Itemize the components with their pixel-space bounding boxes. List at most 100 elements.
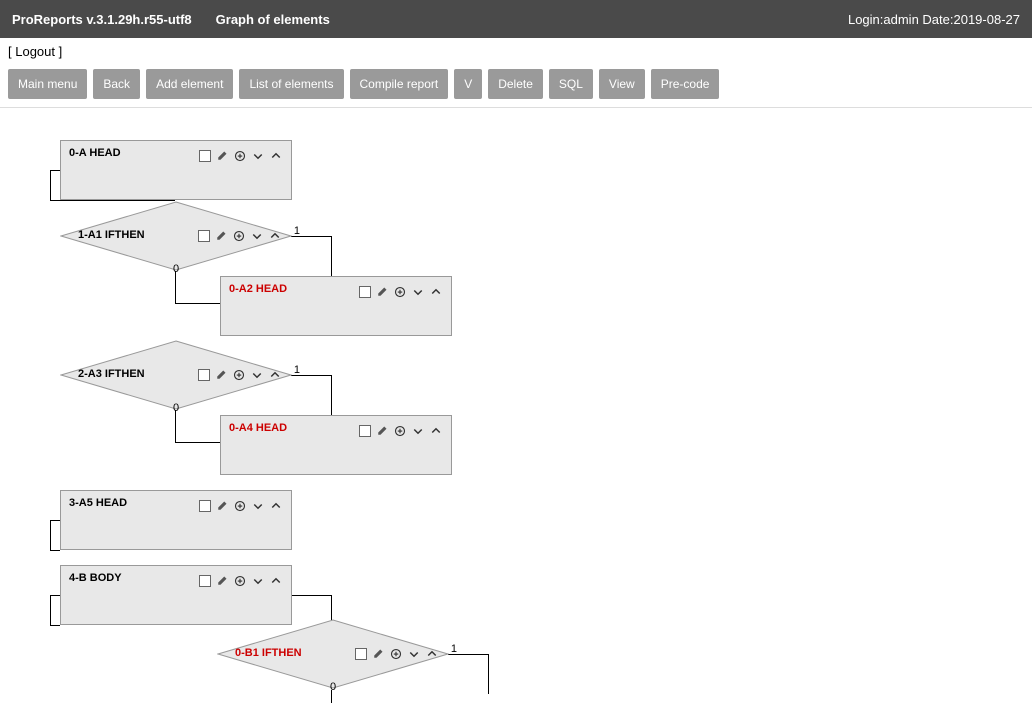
node-controls bbox=[359, 285, 443, 299]
chevron-up-icon[interactable] bbox=[269, 499, 283, 513]
chevron-up-icon[interactable] bbox=[269, 574, 283, 588]
back-button[interactable]: Back bbox=[93, 69, 140, 99]
add-icon[interactable] bbox=[393, 424, 407, 438]
connector bbox=[50, 595, 51, 625]
chevron-down-icon[interactable] bbox=[251, 499, 265, 513]
connector bbox=[175, 410, 176, 442]
node-controls bbox=[355, 647, 439, 661]
connector bbox=[50, 170, 60, 171]
node-controls bbox=[198, 229, 282, 243]
chevron-down-icon[interactable] bbox=[251, 574, 265, 588]
chevron-up-icon[interactable] bbox=[268, 229, 282, 243]
chevron-up-icon[interactable] bbox=[269, 149, 283, 163]
node-head-a2[interactable]: 0-A2 HEAD bbox=[220, 276, 452, 336]
chevron-up-icon[interactable] bbox=[268, 368, 282, 382]
connector bbox=[50, 625, 60, 626]
toolbar: Main menu Back Add element List of eleme… bbox=[0, 65, 1032, 108]
chevron-down-icon[interactable] bbox=[251, 149, 265, 163]
connector bbox=[175, 442, 220, 443]
edit-icon[interactable] bbox=[215, 149, 229, 163]
connector bbox=[291, 595, 331, 596]
node-label: 0-A2 HEAD bbox=[229, 283, 287, 295]
chevron-up-icon[interactable] bbox=[425, 647, 439, 661]
chevron-down-icon[interactable] bbox=[407, 647, 421, 661]
checkbox[interactable] bbox=[355, 648, 367, 660]
node-ifthen-a1[interactable]: 1-A1 IFTHEN 0 1 bbox=[60, 201, 292, 271]
node-controls bbox=[198, 368, 282, 382]
node-controls bbox=[359, 424, 443, 438]
edit-icon[interactable] bbox=[375, 285, 389, 299]
node-label: 0-A4 HEAD bbox=[229, 422, 287, 434]
checkbox[interactable] bbox=[199, 575, 211, 587]
node-label: 3-A5 HEAD bbox=[69, 497, 127, 509]
compile-report-button[interactable]: Compile report bbox=[350, 69, 449, 99]
header-login-date: Login:admin Date:2019-08-27 bbox=[848, 12, 1020, 27]
chevron-down-icon[interactable] bbox=[250, 229, 264, 243]
branch-0-label: 0 bbox=[173, 263, 179, 275]
checkbox[interactable] bbox=[199, 500, 211, 512]
node-controls bbox=[199, 149, 283, 163]
edit-icon[interactable] bbox=[214, 229, 228, 243]
edit-icon[interactable] bbox=[375, 424, 389, 438]
chevron-up-icon[interactable] bbox=[429, 424, 443, 438]
node-label: 2-A3 IFTHEN bbox=[78, 368, 145, 380]
node-head-a[interactable]: 0-A HEAD bbox=[60, 140, 292, 200]
checkbox[interactable] bbox=[198, 369, 210, 381]
app-header: ProReports v.3.1.29h.r55-utf8 Graph of e… bbox=[0, 0, 1032, 38]
connector bbox=[331, 236, 332, 276]
checkbox[interactable] bbox=[199, 150, 211, 162]
login-label: Login:admin bbox=[848, 12, 919, 27]
node-ifthen-a3[interactable]: 2-A3 IFTHEN 0 1 bbox=[60, 340, 292, 410]
page-subtitle: Graph of elements bbox=[216, 12, 330, 27]
branch-1-label: 1 bbox=[294, 364, 300, 376]
add-icon[interactable] bbox=[232, 229, 246, 243]
add-icon[interactable] bbox=[232, 368, 246, 382]
connector bbox=[50, 520, 60, 521]
branch-1-label: 1 bbox=[294, 225, 300, 237]
chevron-down-icon[interactable] bbox=[250, 368, 264, 382]
node-head-a5[interactable]: 3-A5 HEAD bbox=[60, 490, 292, 550]
edit-icon[interactable] bbox=[371, 647, 385, 661]
add-icon[interactable] bbox=[393, 285, 407, 299]
chevron-down-icon[interactable] bbox=[411, 285, 425, 299]
node-controls bbox=[199, 574, 283, 588]
connector bbox=[50, 550, 60, 551]
add-icon[interactable] bbox=[389, 647, 403, 661]
date-label: Date:2019-08-27 bbox=[922, 12, 1020, 27]
delete-button[interactable]: Delete bbox=[488, 69, 543, 99]
graph-canvas-wrapper[interactable]: 0-A HEAD 1-A1 IFTHEN 0 1 0-A2 HEAD bbox=[0, 108, 1032, 703]
node-ifthen-b1[interactable]: 0-B1 IFTHEN 0 1 bbox=[217, 619, 449, 689]
chevron-down-icon[interactable] bbox=[411, 424, 425, 438]
branch-1-label: 1 bbox=[451, 643, 457, 655]
checkbox[interactable] bbox=[359, 425, 371, 437]
main-menu-button[interactable]: Main menu bbox=[8, 69, 87, 99]
add-element-button[interactable]: Add element bbox=[146, 69, 233, 99]
view-button[interactable]: View bbox=[599, 69, 645, 99]
list-of-elements-button[interactable]: List of elements bbox=[239, 69, 343, 99]
node-body-b[interactable]: 4-B BODY bbox=[60, 565, 292, 625]
logout-link[interactable]: Logout bbox=[15, 44, 55, 59]
node-label: 0-A HEAD bbox=[69, 147, 121, 159]
edit-icon[interactable] bbox=[215, 574, 229, 588]
chevron-up-icon[interactable] bbox=[429, 285, 443, 299]
checkbox[interactable] bbox=[198, 230, 210, 242]
edit-icon[interactable] bbox=[215, 499, 229, 513]
node-head-a4[interactable]: 0-A4 HEAD bbox=[220, 415, 452, 475]
sql-button[interactable]: SQL bbox=[549, 69, 593, 99]
bracket-close: ] bbox=[55, 44, 62, 59]
checkbox[interactable] bbox=[359, 286, 371, 298]
connector bbox=[50, 595, 60, 596]
connector bbox=[50, 520, 51, 550]
add-icon[interactable] bbox=[233, 499, 247, 513]
node-label: 4-B BODY bbox=[69, 572, 122, 584]
v-button[interactable]: V bbox=[454, 69, 482, 99]
add-icon[interactable] bbox=[233, 574, 247, 588]
branch-0-label: 0 bbox=[330, 681, 336, 693]
add-icon[interactable] bbox=[233, 149, 247, 163]
connector bbox=[175, 303, 220, 304]
node-label: 1-A1 IFTHEN bbox=[78, 229, 145, 241]
logout-row: [ Logout ] bbox=[0, 38, 1032, 65]
pre-code-button[interactable]: Pre-code bbox=[651, 69, 720, 99]
app-title: ProReports v.3.1.29h.r55-utf8 bbox=[12, 12, 192, 27]
edit-icon[interactable] bbox=[214, 368, 228, 382]
